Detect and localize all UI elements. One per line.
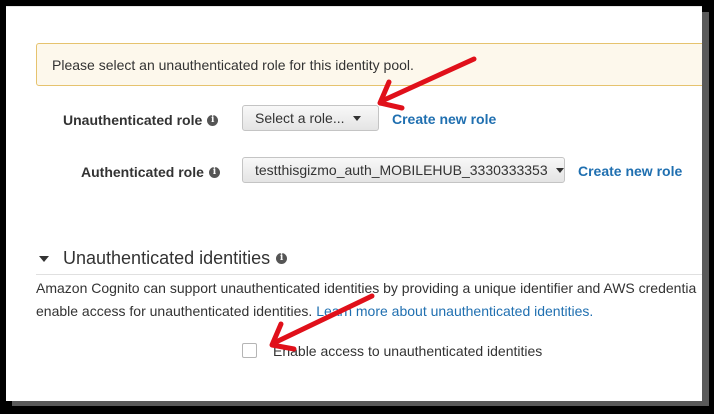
red-arrow-icon xyxy=(377,56,477,111)
annotation-arrows xyxy=(269,56,477,352)
identity-pool-settings-panel: Please select an unauthenticated role fo… xyxy=(6,6,702,401)
red-arrow-icon xyxy=(269,293,375,352)
window-shadow-right xyxy=(702,12,709,406)
window-shadow-bottom xyxy=(12,401,709,406)
